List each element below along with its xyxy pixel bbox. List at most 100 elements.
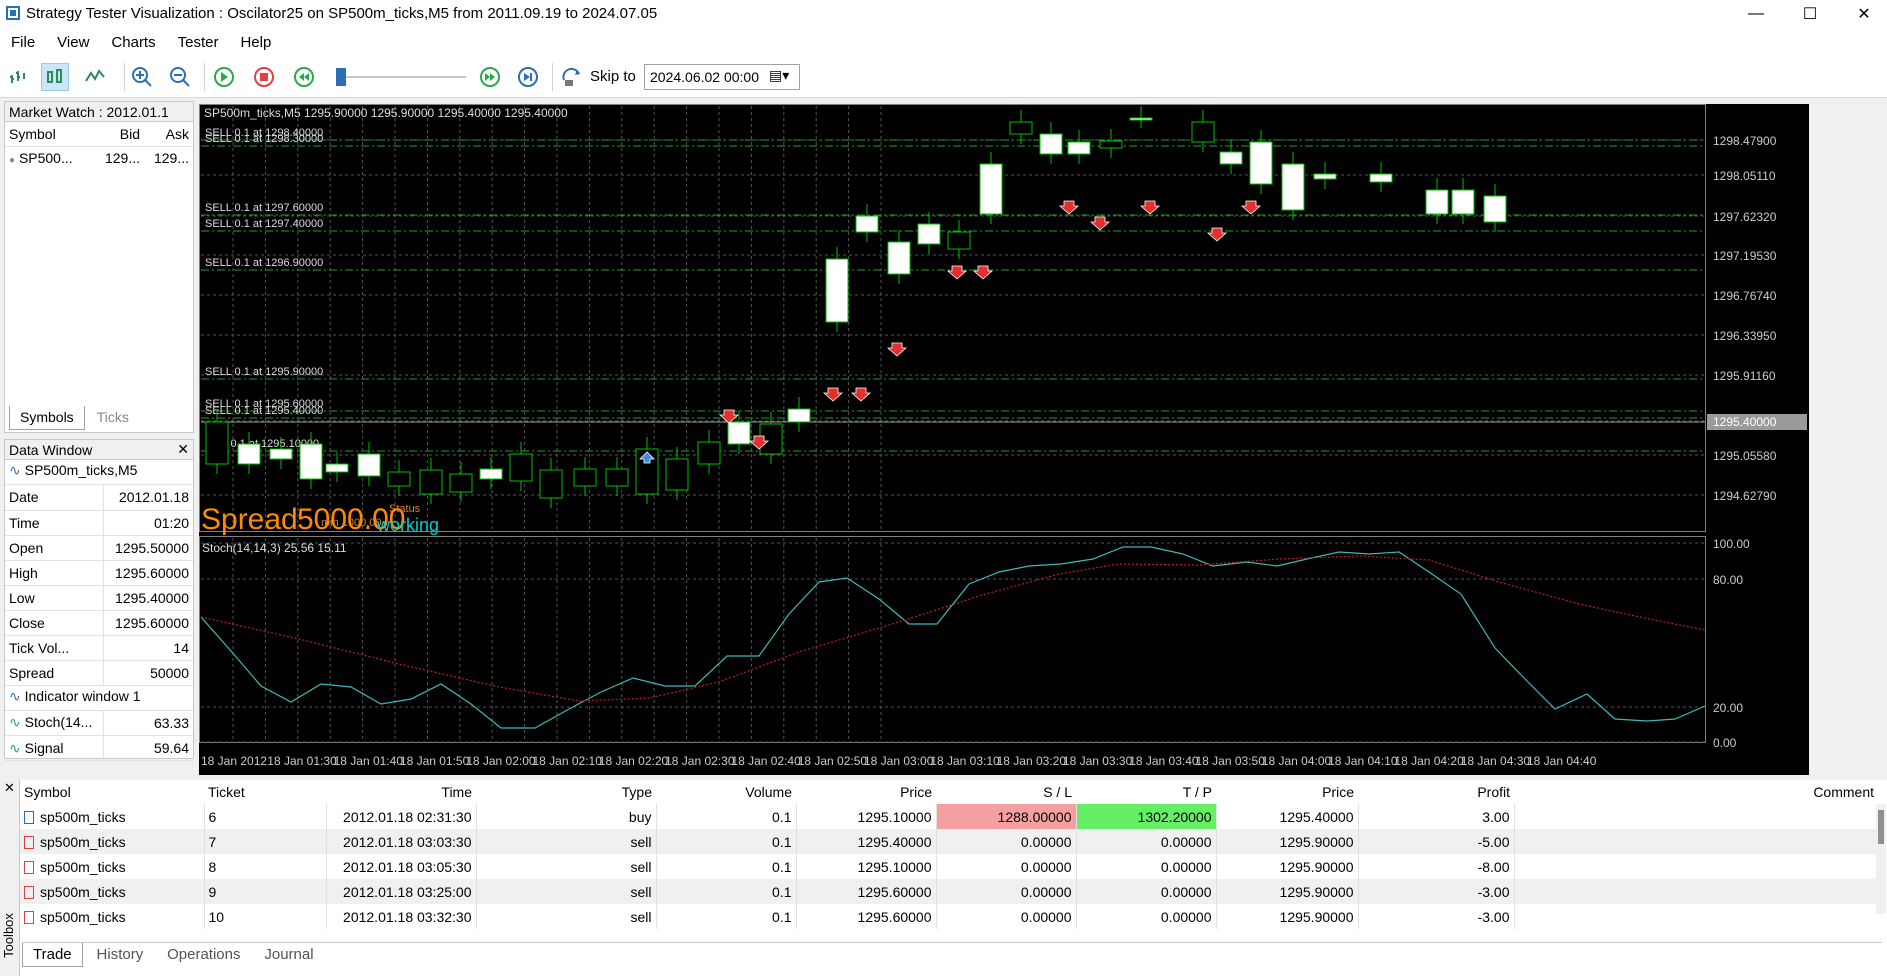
trade-cell-cur: 1295.40000 (1216, 804, 1359, 829)
fast-forward-icon[interactable] (476, 63, 504, 91)
trade-symbol: sp500m_ticks (40, 908, 126, 925)
trade-cell-tp: 1302.20000 (1076, 804, 1217, 829)
col-bid[interactable]: Bid (95, 122, 144, 146)
col-header[interactable]: Profit (1358, 780, 1514, 804)
close-icon[interactable]: ✕ (177, 441, 189, 458)
current-price-label: 1295.40000 (1713, 415, 1777, 429)
order-label: SELL 0.1 at 1297.60000 (205, 202, 323, 214)
candle (357, 453, 381, 477)
candle (449, 473, 473, 493)
dw-label: ∿ Stoch(14... (5, 710, 104, 736)
stoch-axis-label: 20.00 (1713, 701, 1743, 715)
calendar-dropdown-icon[interactable]: ▤▾ (769, 67, 789, 84)
chart-header: SP500m_ticks,M5 1295.90000 1295.90000 12… (204, 106, 568, 120)
candle (979, 163, 1003, 215)
menu-help[interactable]: Help (229, 34, 282, 51)
trade-cell-volume: 0.1 (656, 879, 797, 904)
play-icon[interactable] (210, 63, 238, 91)
order-label: SELL 0.1 at 1298.30000 (205, 133, 323, 145)
col-header[interactable]: S / L (936, 780, 1076, 804)
zoom-in-icon[interactable] (128, 63, 156, 91)
sell-arrow-icon (822, 387, 844, 402)
tab-operations[interactable]: Operations (157, 943, 250, 966)
tab-trade[interactable]: Trade (22, 943, 83, 967)
skip-to-date-input[interactable]: 2024.06.02 00:00 ▤▾ (644, 64, 800, 90)
dw-value: 2012.01.18 (103, 485, 193, 511)
candle (1219, 151, 1243, 165)
candle (205, 421, 229, 465)
candle (787, 408, 811, 423)
sell-order-icon (24, 836, 34, 850)
trade-cell-time: 2012.01.18 03:32:30 (326, 904, 477, 929)
dot-icon: ● (9, 155, 16, 167)
col-header[interactable]: Price (796, 780, 936, 804)
close-button[interactable]: ✕ (1841, 0, 1887, 28)
zoom-out-icon[interactable] (166, 63, 194, 91)
trade-row[interactable]: sp500m_ticks 6 2012.01.18 02:31:30 buy 0.1 12… (20, 804, 1878, 829)
dw-label: ∿ Signal (5, 735, 104, 761)
close-icon[interactable]: ✕ (4, 780, 15, 796)
maximize-button[interactable]: ☐ (1787, 0, 1833, 28)
trade-cell-volume: 0.1 (656, 804, 797, 829)
col-ask[interactable]: Ask (144, 122, 193, 146)
scrollbar[interactable] (1876, 804, 1886, 914)
col-header[interactable]: T / P (1076, 780, 1216, 804)
toolbox-panel: ✕ Toolbox Symbol Ticket Time Type Volume… (0, 780, 1887, 976)
trade-cell-volume: 0.1 (656, 904, 797, 929)
chart-line-icon: ∿ (9, 462, 21, 478)
bar-chart-icon[interactable] (4, 63, 32, 91)
price-chart[interactable]: 1298.47900 1298.05110 1297.62320 1297.19530… (199, 104, 1809, 775)
line-chart-icon[interactable] (81, 63, 109, 91)
trade-cell-time: 2012.01.18 03:03:30 (326, 829, 477, 854)
tab-symbols[interactable]: Symbols (9, 406, 85, 430)
trade-cell-profit: -3.00 (1358, 904, 1515, 929)
chart-canvas[interactable]: 1298.47900 1298.05110 1297.62320 1297.19530… (199, 104, 1809, 775)
trade-cell-price: 1295.10000 (796, 804, 937, 829)
menu-file[interactable]: File (0, 34, 46, 51)
market-watch-row[interactable]: ● SP500... 129... 129... (5, 146, 193, 170)
sell-arrow-icon (1240, 200, 1262, 215)
tab-ticks[interactable]: Ticks (85, 406, 141, 430)
col-header[interactable]: Comment (1514, 780, 1878, 804)
window-title: Strategy Tester Visualization : Oscilato… (26, 5, 658, 22)
skip-end-icon[interactable] (514, 63, 542, 91)
skip-to-icon[interactable] (558, 63, 586, 91)
col-header[interactable]: Symbol (20, 780, 204, 804)
candle (509, 453, 533, 482)
price-axis-label: 1297.62320 (1713, 210, 1777, 224)
candle (1425, 189, 1449, 215)
col-header[interactable]: Ticket (204, 780, 326, 804)
trade-row[interactable]: sp500m_ticks 7 2012.01.18 03:03:30 sell 0.1 1… (20, 829, 1878, 854)
trade-cell-price: 1295.40000 (796, 829, 937, 854)
time-axis-label: 18 Jan 04:10 (1328, 754, 1398, 768)
menu-charts[interactable]: Charts (100, 34, 166, 51)
sell-arrow-icon (1089, 216, 1111, 231)
trade-row[interactable]: sp500m_ticks 8 2012.01.18 03:05:30 sell 0.1 1… (20, 854, 1878, 879)
tab-journal[interactable]: Journal (254, 943, 323, 966)
dw-value: 1295.50000 (103, 535, 193, 561)
price-axis-label: 1295.05580 (1713, 449, 1777, 463)
price-axis-label: 1294.62790 (1713, 489, 1777, 503)
time-axis-label: 18 Jan 03:30 (1063, 754, 1133, 768)
order-label: SELL 0.1 at 1295.90000 (205, 366, 323, 378)
stop-icon[interactable] (250, 63, 278, 91)
trade-row[interactable]: sp500m_ticks 10 2012.01.18 03:32:30 sell 0.1… (20, 904, 1878, 929)
tab-history[interactable]: History (87, 943, 154, 966)
menu-view[interactable]: View (46, 34, 100, 51)
dw-label: Date (5, 485, 104, 511)
col-header[interactable]: Volume (656, 780, 796, 804)
sell-order-icon (24, 886, 34, 900)
col-header[interactable]: Price (1216, 780, 1358, 804)
speed-slider[interactable] (336, 67, 466, 87)
menu-tester[interactable]: Tester (167, 34, 230, 51)
time-axis-label: 18 Jan 03:10 (930, 754, 1000, 768)
trade-cell-ticket: 10 (204, 904, 327, 929)
minimize-button[interactable]: — (1733, 0, 1779, 28)
col-header[interactable]: Type (476, 780, 656, 804)
time-axis-label: 18 Jan 02:10 (533, 754, 603, 768)
col-header[interactable]: Time (326, 780, 476, 804)
rewind-icon[interactable] (290, 63, 318, 91)
trade-row[interactable]: sp500m_ticks 9 2012.01.18 03:25:00 sell 0.1 1… (20, 879, 1878, 904)
col-symbol[interactable]: Symbol (5, 122, 95, 146)
candlestick-icon[interactable] (41, 63, 69, 91)
